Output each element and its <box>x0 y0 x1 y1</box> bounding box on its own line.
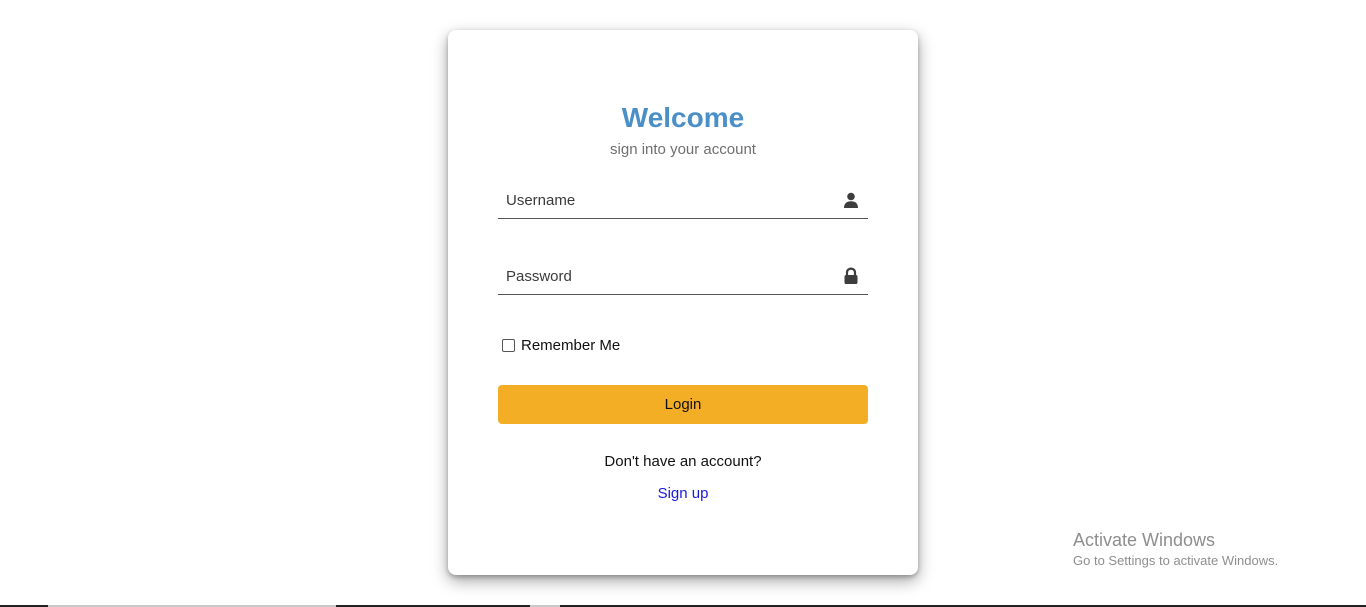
no-account-text: Don't have an account? <box>604 453 762 470</box>
login-button[interactable]: Login <box>498 385 868 424</box>
page-subtitle: sign into your account <box>610 141 756 158</box>
remember-me-label: Remember Me <box>521 336 621 354</box>
remember-me[interactable]: Remember Me <box>502 335 620 355</box>
username-input[interactable] <box>498 182 836 218</box>
lock-icon <box>844 267 858 284</box>
password-input[interactable] <box>498 258 836 294</box>
page-title: Welcome <box>621 102 745 133</box>
activate-windows-watermark: Activate Windows Go to Settings to activ… <box>1073 528 1278 570</box>
remember-me-checkbox[interactable] <box>502 338 515 352</box>
watermark-subtitle: Go to Settings to activate Windows. <box>1073 553 1279 568</box>
signup-link[interactable]: Sign up <box>658 485 709 502</box>
page: Welcome sign into your account Remember … <box>0 0 1366 607</box>
user-icon <box>844 192 858 208</box>
signup-wrap: Sign up <box>448 484 918 504</box>
login-card: Welcome sign into your account Remember … <box>448 30 918 575</box>
password-field <box>498 258 868 295</box>
watermark-title: Activate Windows <box>1073 530 1216 550</box>
username-field <box>498 182 868 219</box>
